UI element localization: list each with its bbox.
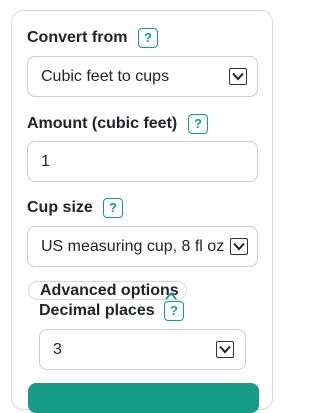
cup-size-help-button[interactable]: ? — [103, 198, 123, 218]
decimal-places-help-button[interactable]: ? — [164, 301, 184, 321]
convert-from-help-button[interactable]: ? — [138, 28, 158, 48]
chevron-down-icon — [216, 341, 234, 358]
decimal-places-label: Decimal places — [39, 302, 155, 319]
convert-from-selected-value: Cubic feet to cups — [41, 68, 170, 85]
advanced-options-toggle[interactable]: Advanced options — [28, 281, 187, 300]
calculate-button[interactable] — [28, 383, 259, 413]
convert-from-select[interactable]: Cubic feet to cups — [27, 56, 258, 97]
amount-label: Amount (cubic feet) — [27, 115, 178, 132]
amount-help-button[interactable]: ? — [188, 114, 208, 134]
convert-from-label: Convert from — [27, 29, 128, 46]
chevron-down-icon — [230, 238, 248, 255]
cup-size-select[interactable]: US measuring cup, 8 fl oz — [27, 226, 258, 267]
decimal-places-select[interactable]: 3 — [39, 329, 246, 370]
cup-size-label: Cup size — [27, 199, 93, 216]
decimal-places-selected-value: 3 — [53, 341, 62, 358]
amount-input[interactable]: 1 — [27, 141, 258, 182]
cup-size-selected-value: US measuring cup, 8 fl oz — [41, 238, 225, 255]
advanced-options-label: Advanced options — [40, 282, 179, 299]
chevron-down-icon — [229, 68, 247, 85]
